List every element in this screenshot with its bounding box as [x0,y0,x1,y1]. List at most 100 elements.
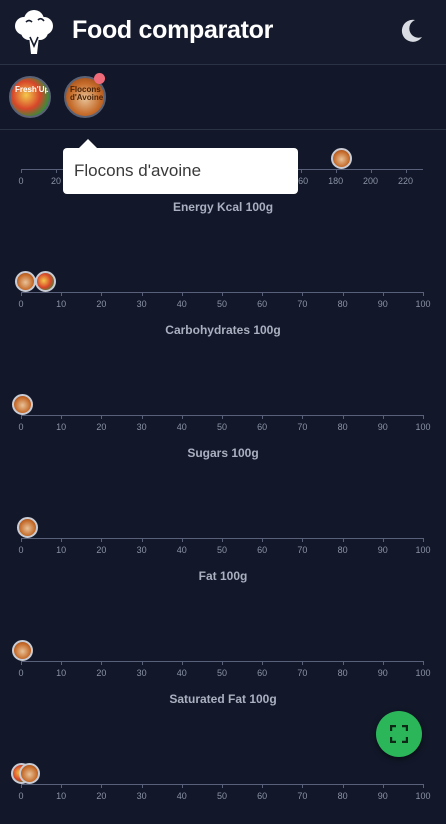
x-tick-label: 10 [56,422,67,432]
x-tick [181,784,183,788]
x-tick [302,292,304,296]
data-point-oat-flakes[interactable] [330,148,352,169]
chart-title: Energy Kcal 100g [172,200,274,214]
x-tick [262,784,264,788]
x-tick [21,415,22,419]
x-tick-label: 20 [96,668,107,678]
data-point-oat-flakes[interactable] [12,640,34,661]
x-tick-label: 0 [18,791,24,801]
x-tick [342,784,344,788]
data-point-oat-flakes[interactable] [12,394,34,415]
x-tick [222,661,223,665]
x-tick-label: 60 [257,791,268,801]
x-tick-label: 70 [297,299,308,309]
fullscreen-icon [390,725,408,743]
x-tick-label: 50 [216,668,228,678]
x-tick-label: 80 [337,422,348,432]
x-tick-label: 90 [377,422,388,432]
x-tick [181,292,183,296]
product-label: Fresh'Up [15,85,50,94]
x-tick [423,784,424,788]
x-tick-label: 20 [50,176,61,186]
x-tick [21,538,22,542]
x-tick [382,784,384,788]
x-tick [101,292,103,296]
broccoli-icon[interactable] [10,8,58,56]
x-tick [335,169,337,173]
x-tick [61,538,63,542]
x-tick [101,661,103,665]
x-tick-label: 40 [176,299,187,309]
x-tick-label: 50 [216,299,228,309]
x-tick-label: 30 [136,668,147,678]
x-tick-label: 30 [136,422,147,432]
x-tick [342,415,344,419]
x-tick-label: 90 [377,791,388,801]
moon-icon[interactable] [398,18,424,44]
data-point-oat-flakes[interactable] [15,271,37,292]
x-tick [21,661,22,665]
x-tick [382,415,384,419]
x-tick [423,292,424,296]
x-tick [222,415,223,419]
x-tick-label: 220 [398,176,414,186]
x-tick [423,538,424,542]
x-tick-label: 60 [257,422,268,432]
x-tick-label: 40 [176,422,187,432]
x-tick-label: 70 [297,422,308,432]
x-tick-label: 70 [297,791,308,801]
x-tick [21,784,22,788]
x-tick-label: 90 [377,545,388,555]
x-tick-label: 10 [56,299,67,309]
x-tick-label: 80 [337,791,348,801]
x-tick-label: 100 [415,299,431,309]
chart-6: 0 10 20 30 40 50 60 70 80 90 100 [0,763,446,824]
x-tick [382,292,384,296]
x-tick-label: 0 [18,299,24,309]
data-point-pizza[interactable] [35,271,57,292]
x-tick [21,169,22,173]
x-tick-label: 30 [136,545,147,555]
x-tick-label: 100 [415,422,431,432]
x-tick [61,415,63,419]
x-tick [342,661,344,665]
x-tick-label: 50 [216,422,228,432]
x-tick-label: 50 [216,791,228,801]
data-point-oat-flakes[interactable] [19,763,41,784]
chart-title: Sugars 100g [187,446,259,460]
x-tick-label: 40 [176,545,187,555]
x-tick-label: 40 [176,791,187,801]
x-tick-label: 10 [56,668,67,678]
product-thumbnail-pizza[interactable]: Fresh'Up [9,76,51,118]
x-tick [61,784,63,788]
x-tick [342,292,344,296]
remove-badge[interactable] [94,73,105,84]
x-tick [342,538,344,542]
x-tick-label: 0 [18,545,24,555]
x-tick [262,292,264,296]
x-tick-label: 60 [257,668,268,678]
x-tick-label: 100 [415,545,431,555]
data-point-oat-flakes[interactable] [16,517,38,538]
x-tick [222,538,223,542]
x-tick-label: 20 [96,299,107,309]
x-tick [302,661,304,665]
x-tick [61,661,63,665]
x-tick-label: 100 [415,668,431,678]
x-tick-label: 20 [96,791,107,801]
x-tick-label: 20 [96,422,107,432]
product-tooltip: Flocons d'avoine [63,139,298,194]
x-tick [302,784,304,788]
fullscreen-button[interactable] [376,711,422,757]
x-tick [262,415,264,419]
x-tick-label: 200 [363,176,379,186]
x-tick [262,661,264,665]
x-tick [302,538,304,542]
x-tick-label: 60 [257,299,268,309]
chart-title: Fat 100g [198,569,248,583]
product-label: Flocons d'Avoine [70,85,104,102]
x-tick-label: 70 [297,545,308,555]
x-tick [423,661,424,665]
x-tick-label: 50 [216,545,228,555]
x-tick [141,784,143,788]
